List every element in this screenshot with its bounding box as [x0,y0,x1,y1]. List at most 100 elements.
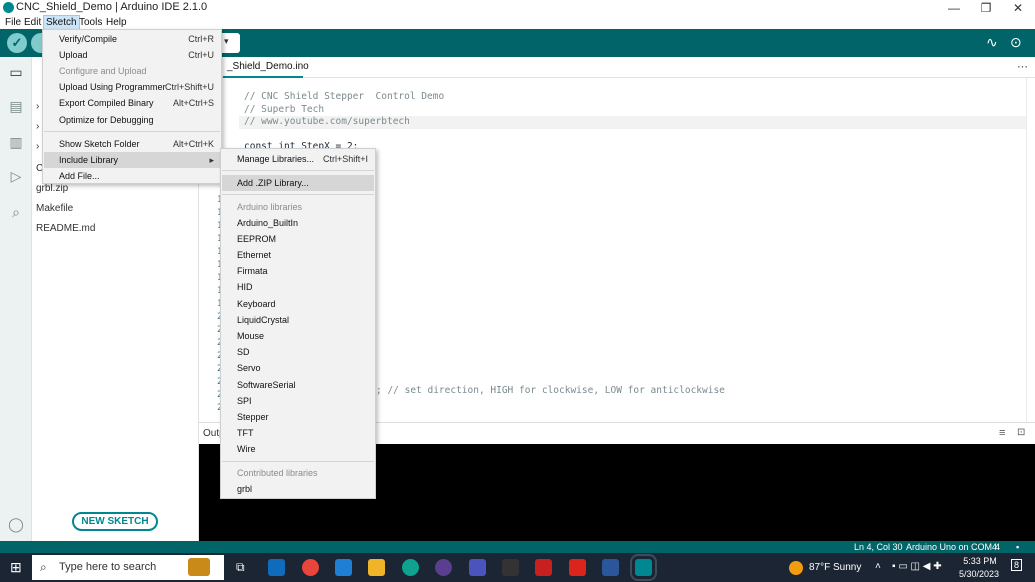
menu-sketch[interactable]: Sketch [43,15,80,30]
board-selector[interactable]: ▾ [222,33,240,53]
library-item[interactable]: Wire [222,441,374,457]
library-item[interactable]: TFT [222,425,374,441]
library-item[interactable]: Mouse [222,328,374,344]
menu-help[interactable]: Help [104,16,129,29]
library-item[interactable]: HID [222,279,374,295]
serial-plotter-icon[interactable]: ∿ [986,34,998,51]
menu-separator [222,194,374,195]
debug-icon[interactable]: ▷ [7,167,25,185]
title-bar: CNC_Shield_Demo | Arduino IDE 2.1.0 — ❐ … [0,0,1035,16]
teams-icon[interactable] [469,559,486,576]
menu-file[interactable]: File [3,16,23,29]
menu-item-add-file[interactable]: Add File... [44,168,220,184]
clock-date[interactable]: 5/30/2023 [957,569,1001,579]
task-view-icon[interactable]: ⧉ [236,560,245,575]
menu-item-optimize-debug[interactable]: Optimize for Debugging [44,112,220,128]
maximize-button[interactable]: ❐ [970,0,1002,16]
menu-item-show-folder[interactable]: Show Sketch Folder Alt+Ctrl+K [44,136,220,152]
library-item[interactable]: grbl [222,481,374,497]
library-icon[interactable]: ▥ [7,133,25,151]
activity-rail: ▭ ▤ ▥ ▷ ⌕ ◯ [0,57,32,541]
editor-scrollbar[interactable] [1026,78,1035,422]
chevron-right-icon[interactable]: › [36,141,39,152]
library-item[interactable]: SoftwareSerial [222,377,374,393]
file-item[interactable]: Makefile [36,203,73,214]
tray-icons[interactable]: ▪ ▭ ◫ ◀ ✚ [892,561,942,572]
library-item[interactable]: Ethernet [222,247,374,263]
minimize-button[interactable]: — [938,0,970,16]
taskbar-search[interactable]: ⌕ Type here to search [32,555,224,580]
library-item[interactable]: Firmata [222,263,374,279]
menu-item-configure-upload: Configure and Upload [59,66,147,76]
menu-tools[interactable]: Tools [77,16,104,29]
windows-start-icon[interactable]: ⊞ [10,559,22,576]
library-item[interactable]: Stepper [222,409,374,425]
library-item[interactable]: SD [222,344,374,360]
menu-item-upload-programmer[interactable]: Upload Using Programmer Ctrl+Shift+U [44,79,220,95]
notification-count: 4 [995,542,1001,552]
folder-icon[interactable]: ▭ [7,63,25,81]
menu-item-manage-libraries[interactable]: Manage Libraries... Ctrl+Shift+I [222,151,374,167]
file-explorer-icon[interactable] [368,559,385,576]
app-icon[interactable] [435,559,452,576]
more-icon[interactable]: ⋯ [1017,60,1028,73]
editor-tab-bar: _Shield_Demo.ino ⋯ [199,57,1035,78]
solidworks-icon[interactable] [535,559,552,576]
library-item[interactable]: Arduino_BuiltIn [222,215,374,231]
acrobat-icon[interactable] [569,559,586,576]
code-line: ; // set direction, HIGH for clockwise, … [376,385,725,396]
menu-edit[interactable]: Edit [22,16,43,29]
close-button[interactable]: ✕ [1002,0,1034,16]
lock-icon[interactable]: ⊡ [1017,427,1025,438]
word-icon[interactable] [602,559,619,576]
search-placeholder: Type here to search [59,561,157,573]
weather-text[interactable]: 87°F Sunny [809,562,861,573]
arduino-libraries-header: Arduino libraries [237,202,303,212]
library-item[interactable]: EEPROM [222,231,374,247]
file-item[interactable]: grbl.zip [36,183,68,194]
verify-icon[interactable]: ✓ [7,33,27,53]
chevron-right-icon[interactable]: › [36,101,39,112]
weather-sun-icon [789,561,803,575]
arduino-taskbar-icon[interactable] [630,554,657,581]
board-port-status[interactable]: Arduino Uno on COM4 [906,542,997,552]
menu-item-verify[interactable]: Verify/Compile Ctrl+R [44,31,220,47]
profile-icon[interactable]: ◯ [7,515,25,533]
tab-sketch-file[interactable]: _Shield_Demo.ino [223,57,309,78]
contributed-libraries-header: Contributed libraries [237,468,318,478]
briefcase-icon [188,558,210,576]
new-sketch-button[interactable]: NEW SKETCH [72,512,158,531]
outlook-icon[interactable] [268,559,285,576]
chevron-right-icon[interactable]: › [36,121,39,132]
chevron-up-icon[interactable]: ˄ [875,561,881,572]
boards-icon[interactable]: ▤ [7,97,25,115]
menu-item-export-binary[interactable]: Export Compiled Binary Alt+Ctrl+S [44,95,220,111]
menu-separator [44,131,220,132]
edge-icon[interactable] [402,559,419,576]
code-line: // Superb Tech [244,104,325,115]
search-icon[interactable]: ⌕ [7,203,25,221]
code-line: // www.youtube.com/superbtech [244,116,410,127]
store-icon[interactable] [335,559,352,576]
code-line: // CNC Shield Stepper Control Demo [244,91,445,102]
library-item[interactable]: Servo [222,360,374,376]
menu-bar: File Edit Sketch Tools Help [0,15,1035,30]
chevron-down-icon: ▾ [224,36,229,46]
chrome-icon[interactable] [302,559,319,576]
library-item[interactable]: Keyboard [222,296,374,312]
notifications-icon[interactable]: ▪ [1016,542,1019,552]
serial-monitor-icon[interactable]: ⊙ [1010,34,1022,51]
menu-item-include-library[interactable]: Include Library ▸ [44,152,220,168]
clock-time[interactable]: 5:33 PM [960,556,1000,566]
window-title: CNC_Shield_Demo | Arduino IDE 2.1.0 [16,1,208,13]
library-item[interactable]: LiquidCrystal [222,312,374,328]
ugs-icon[interactable] [502,559,519,576]
arduino-app-icon [3,2,14,13]
menu-item-add-zip-library[interactable]: Add .ZIP Library... [222,175,374,191]
menu-item-upload[interactable]: Upload Ctrl+U [44,47,220,63]
library-item[interactable]: SPI [222,393,374,409]
file-item[interactable]: README.md [36,223,95,234]
clear-output-icon[interactable]: ≡ [999,427,1005,439]
notification-center-icon[interactable]: 8 [1011,559,1023,571]
menu-separator [222,170,374,171]
